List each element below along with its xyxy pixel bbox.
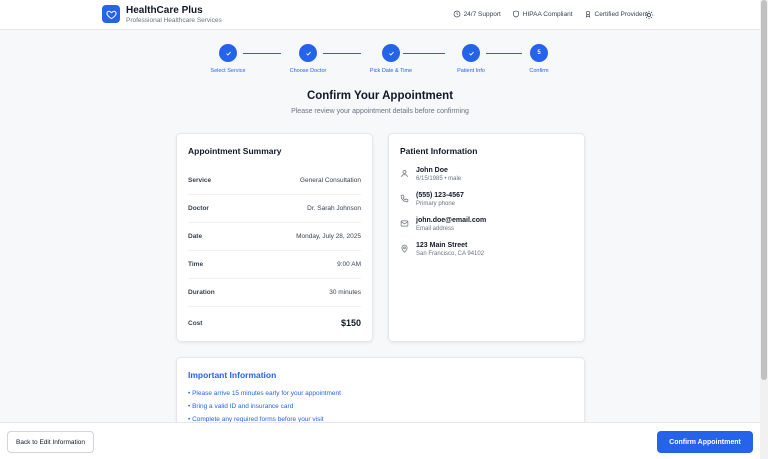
progress-stepper: Select Service Choose Doctor Pick Date &…	[196, 44, 566, 76]
sun-icon	[644, 10, 653, 19]
user-icon	[401, 170, 408, 177]
phone-icon	[400, 194, 409, 203]
action-footer: Back to Edit Information Confirm Appoint…	[0, 422, 760, 459]
phone-label: Primary phone	[416, 201, 456, 207]
hipaa-link: HIPAA Compliant	[512, 10, 573, 18]
row-label: Cost	[188, 319, 203, 327]
patient-email: john.doe@email.com	[416, 217, 487, 224]
info-item: • Bring a valid ID and insurance card	[188, 403, 294, 410]
check-icon	[462, 44, 480, 62]
patient-phone: (555) 123-4567	[416, 192, 464, 199]
step-label: Confirm	[529, 68, 549, 74]
patient-address-row: 123 Main Street San Francisco, CA 94102	[400, 242, 573, 257]
step-label: Pick Date & Time	[369, 68, 413, 74]
scrollbar-thumb[interactable]	[761, 0, 767, 380]
clock-icon	[453, 10, 460, 18]
cost-value: $150	[340, 318, 361, 328]
check-icon	[382, 44, 400, 62]
certified-label: Certified Providers	[594, 10, 648, 18]
info-title: Important Information	[188, 370, 277, 380]
step-choose-doctor: Choose Doctor	[278, 44, 338, 74]
award-icon	[585, 11, 590, 18]
step-pick-date: Pick Date & Time	[361, 44, 421, 74]
confirm-appointment-button[interactable]: Confirm Appointment	[657, 431, 753, 453]
card-title: Appointment Summary	[188, 146, 282, 156]
row-label: Date	[188, 233, 203, 240]
row-label: Service	[188, 177, 212, 184]
header-links: 24/7 Support HIPAA Compliant Certified P…	[453, 10, 648, 18]
map-pin-icon	[401, 244, 408, 253]
row-value: Monday, July 28, 2025	[296, 233, 361, 240]
brand-subtitle: Professional Healthcare Services	[126, 17, 222, 24]
shield-icon	[512, 10, 519, 18]
row-value: 9:00 AM	[337, 261, 361, 268]
row-label: Doctor	[188, 205, 209, 212]
page-subtitle: Please review your appointment details b…	[291, 108, 469, 115]
email-label: Email address	[416, 226, 455, 232]
certified-link: Certified Providers	[584, 10, 648, 18]
row-label: Duration	[188, 289, 215, 296]
summary-row-time: Time 9:00 AM	[188, 251, 361, 279]
patient-name-row: John Doe 6/15/1985 • male	[400, 167, 573, 182]
back-to-edit-button[interactable]: Back to Edit Information	[7, 431, 94, 453]
support-label: 24/7 Support	[463, 10, 501, 18]
card-title: Patient Information	[400, 146, 478, 156]
patient-email-row: john.doe@email.com Email address	[400, 217, 573, 232]
row-label: Time	[188, 261, 204, 268]
summary-row-date: Date Monday, July 28, 2025	[188, 223, 361, 251]
step-label: Patient Info	[457, 68, 485, 74]
step-number: 5	[530, 44, 548, 62]
patient-information-card: Patient Information John Doe 6/15/1985 •…	[388, 133, 585, 342]
summary-row-cost: Cost $150	[188, 307, 361, 339]
row-value: Dr. Sarah Johnson	[307, 205, 361, 212]
patient-details: 6/15/1985 • male	[416, 176, 462, 182]
patient-name: John Doe	[416, 167, 448, 174]
step-select-service: Select Service	[198, 44, 258, 74]
brand-title: HealthCare Plus	[126, 5, 203, 16]
step-patient-info: Patient Info	[441, 44, 501, 74]
hipaa-label: HIPAA Compliant	[522, 10, 573, 18]
summary-row-service: Service General Consultation	[188, 167, 361, 195]
app-header: HealthCare Plus Professional Healthcare …	[0, 0, 760, 30]
patient-street: 123 Main Street	[416, 242, 468, 249]
check-icon	[219, 44, 237, 62]
summary-row-doctor: Doctor Dr. Sarah Johnson	[188, 195, 361, 223]
patient-city: San Francisco, CA 94102	[416, 251, 485, 257]
summary-row-duration: Duration 30 minutes	[188, 279, 361, 307]
patient-phone-row: (555) 123-4567 Primary phone	[400, 192, 573, 207]
heart-logo-icon	[102, 5, 120, 23]
check-icon	[299, 44, 317, 62]
step-label: Select Service	[210, 68, 246, 74]
theme-toggle-button[interactable]	[643, 9, 654, 20]
page-title: Confirm Your Appointment	[306, 90, 454, 102]
step-confirm: 5 Confirm	[509, 44, 569, 74]
mail-icon	[400, 220, 409, 227]
info-item: • Please arrive 15 minutes early for you…	[188, 390, 341, 397]
support-link: 24/7 Support	[453, 10, 501, 18]
row-value: General Consultation	[299, 177, 361, 184]
appointment-summary-card: Appointment Summary Service General Cons…	[176, 133, 373, 342]
row-value: 30 minutes	[329, 289, 361, 296]
page-scrollbar[interactable]	[760, 0, 768, 459]
step-label: Choose Doctor	[289, 68, 327, 74]
